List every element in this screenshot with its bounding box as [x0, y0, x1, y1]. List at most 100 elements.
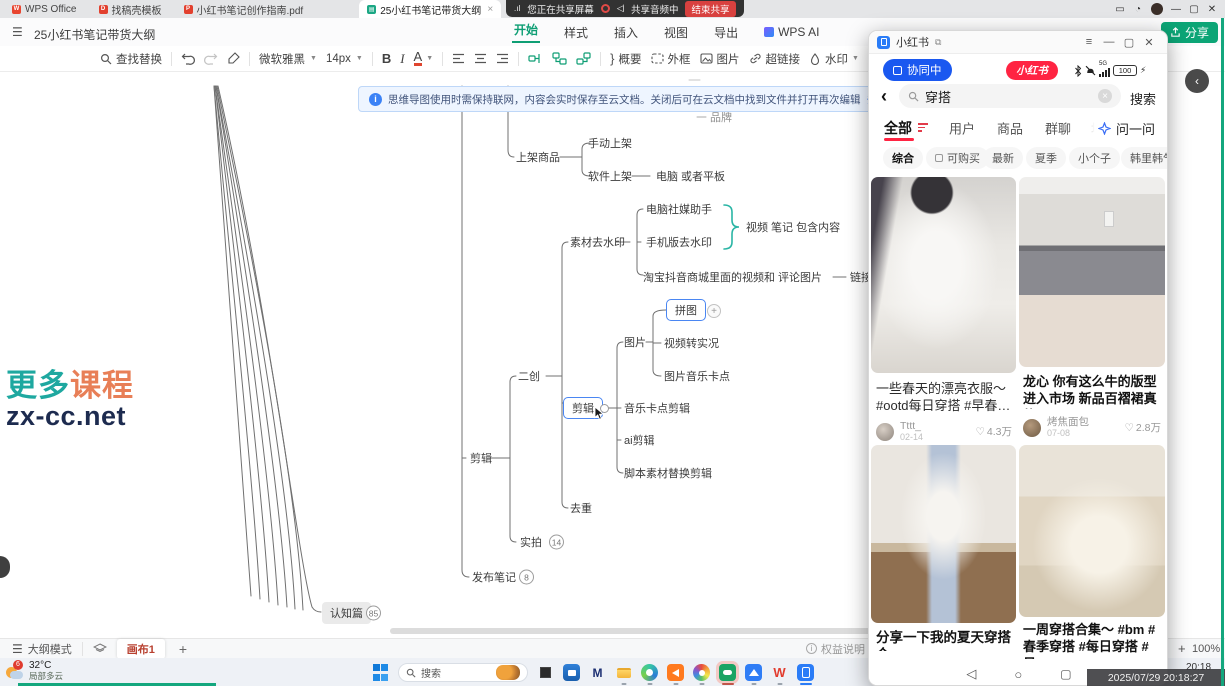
- orange-app-icon[interactable]: [667, 664, 684, 681]
- menu-wps-ai[interactable]: WPS AI: [762, 25, 821, 39]
- layers-icon[interactable]: [93, 643, 107, 655]
- mindmap-summary-video-note[interactable]: 视频 笔记 包含内容: [746, 219, 840, 235]
- mindmap-node-mobile-remove-watermark[interactable]: 手机版去水印: [646, 234, 712, 250]
- avatar[interactable]: [1023, 419, 1041, 437]
- summary-button[interactable]: }概要: [610, 51, 641, 67]
- post-image[interactable]: [871, 177, 1016, 373]
- post-caption[interactable]: 龙心 你有这么牛的版型进入市场 新品百褶裙真的…: [1023, 373, 1163, 409]
- node-count-badge[interactable]: 8: [519, 570, 534, 585]
- post-caption[interactable]: 一周穿搭合集～ #bm #春季穿搭 #每日穿搭 #日…: [1023, 621, 1163, 659]
- chip-newest[interactable]: 最新: [983, 147, 1023, 169]
- chip-petite[interactable]: 小个子: [1069, 147, 1120, 169]
- mindmap-node-dedupe[interactable]: 去重: [570, 500, 592, 516]
- mindmap-node-manual-list[interactable]: 手动上架: [588, 135, 632, 151]
- search-input[interactable]: 穿搭 ×: [899, 84, 1121, 108]
- phone-window-titlebar[interactable]: 小红书 ⧉ ≡ — ▢ ✕: [869, 31, 1167, 54]
- weather-widget[interactable]: 6 32°C 局部多云: [4, 660, 63, 681]
- italic-button[interactable]: I: [400, 51, 404, 67]
- wps-cloud-icon[interactable]: [719, 664, 736, 681]
- insert-child-node-button[interactable]: [552, 52, 567, 65]
- post-caption[interactable]: 分享一下我的夏天穿搭合: [876, 629, 1012, 651]
- share-button[interactable]: 分享: [1161, 22, 1218, 43]
- start-button[interactable]: [372, 664, 389, 681]
- ask-tab[interactable]: 问一问: [1079, 116, 1165, 140]
- likes[interactable]: ♡4.3万: [975, 424, 1012, 439]
- tab-users[interactable]: 用户: [949, 119, 975, 138]
- mindmap-node-collage-selected[interactable]: 拼图: [666, 299, 706, 321]
- avatar[interactable]: [1151, 3, 1163, 15]
- window-menu-icon[interactable]: ≡: [1079, 36, 1099, 49]
- zoom-level[interactable]: 100%: [1192, 643, 1220, 655]
- insert-image-button[interactable]: 图片: [700, 51, 740, 67]
- mindmap-node-publish-note[interactable]: 发布笔记: [472, 569, 516, 585]
- close-icon[interactable]: ✕: [1139, 36, 1159, 49]
- mindmap-node-remove-watermark[interactable]: 素材去水印: [570, 234, 625, 250]
- search-submit-button[interactable]: 搜索: [1130, 89, 1156, 108]
- mindmap-node-script-replace-edit[interactable]: 脚本素材替换剪辑: [624, 465, 712, 481]
- m-app-icon[interactable]: M: [589, 664, 606, 681]
- mindmap-node-list-product[interactable]: 上架商品: [516, 149, 560, 165]
- post-author-row[interactable]: Tttt_ 02-14 ♡4.3万: [876, 421, 1012, 442]
- add-node-icon[interactable]: +: [707, 304, 721, 318]
- avatar[interactable]: [876, 423, 894, 441]
- align-center-button[interactable]: [474, 53, 487, 64]
- watermark-button[interactable]: 水印▼: [809, 51, 859, 67]
- menu-start[interactable]: 开始: [512, 21, 540, 43]
- node-count-badge[interactable]: 14: [549, 535, 564, 550]
- likes[interactable]: ♡2.8万: [1124, 420, 1161, 435]
- clear-search-icon[interactable]: ×: [1098, 89, 1112, 103]
- restore-layout-icon[interactable]: ▭: [1111, 4, 1129, 15]
- back-icon[interactable]: ‹: [881, 86, 887, 107]
- find-replace-button[interactable]: 查找替换: [100, 51, 162, 67]
- phone-mirror-icon[interactable]: [797, 664, 814, 681]
- menu-style[interactable]: 样式: [562, 24, 590, 41]
- wps-office-icon[interactable]: W: [771, 664, 788, 681]
- tab-wps-office[interactable]: W WPS Office: [4, 0, 85, 18]
- hyperlink-button[interactable]: 超链接: [749, 51, 801, 67]
- mountain-app-icon[interactable]: [745, 664, 762, 681]
- insert-parent-node-button[interactable]: [576, 52, 591, 65]
- menu-insert[interactable]: 插入: [612, 24, 640, 41]
- close-tab-icon[interactable]: ×: [487, 4, 493, 15]
- maximize-icon[interactable]: ▢: [1185, 4, 1203, 15]
- post-image[interactable]: [871, 445, 1016, 623]
- canvas-tab-1[interactable]: 画布1: [117, 639, 165, 659]
- add-canvas-icon[interactable]: +: [179, 641, 187, 657]
- mindmap-node-pc-or-pad[interactable]: 电脑 或者平板: [656, 168, 725, 184]
- node-count-badge[interactable]: 85: [366, 606, 381, 621]
- mindmap-node-pic-music-beat[interactable]: 图片音乐卡点: [664, 368, 730, 384]
- mindmap-node-real-shoot[interactable]: 实拍: [520, 534, 542, 550]
- edge-browser-icon[interactable]: [641, 664, 658, 681]
- task-view-icon[interactable]: [537, 664, 554, 681]
- align-right-button[interactable]: [496, 53, 509, 64]
- collab-badge[interactable]: 协同中: [883, 59, 952, 81]
- minimize-icon[interactable]: —: [1167, 4, 1185, 15]
- bold-button[interactable]: B: [382, 51, 391, 66]
- photos-app-icon[interactable]: [693, 664, 710, 681]
- nav-home-icon[interactable]: ○: [1014, 667, 1022, 682]
- font-family-select[interactable]: 微软雅黑▼: [259, 51, 317, 67]
- undo-button[interactable]: [181, 52, 195, 65]
- minimize-icon[interactable]: —: [1099, 36, 1119, 49]
- tab-pdf-guide[interactable]: P 小红书笔记创作指南.pdf: [176, 0, 312, 18]
- chip-comprehensive[interactable]: 综合: [883, 147, 923, 169]
- tab-goods[interactable]: 商品: [997, 119, 1023, 138]
- redo-button[interactable]: [204, 52, 218, 65]
- mindmap-node-edit-parent[interactable]: 剪辑: [470, 450, 492, 466]
- chip-summer[interactable]: 夏季: [1026, 147, 1066, 169]
- format-painter-button[interactable]: [227, 52, 240, 65]
- tab-docer-template[interactable]: D 找稿壳模板: [91, 0, 170, 18]
- mindmap-node-pc-social-helper[interactable]: 电脑社媒助手: [646, 201, 712, 217]
- insert-sibling-node-button[interactable]: [528, 52, 543, 65]
- font-size-select[interactable]: 14px▼: [326, 53, 363, 65]
- mindmap-node-cognition[interactable]: 认知篇: [322, 602, 371, 624]
- post-image[interactable]: [1019, 445, 1165, 617]
- chip-korean-style[interactable]: 韩里韩气: [1121, 147, 1168, 169]
- rights-info[interactable]: i权益说明: [806, 641, 865, 657]
- tab-all[interactable]: 全部: [884, 118, 912, 138]
- close-icon[interactable]: ✕: [1203, 4, 1221, 15]
- outline-mode-button[interactable]: 大纲模式: [28, 641, 72, 657]
- chip-buyable[interactable]: 可购买: [926, 147, 989, 169]
- mindmap-node-taobao-douyin[interactable]: 淘宝抖音商城里面的视频和 评论图片: [643, 269, 822, 285]
- collapse-panel-handle[interactable]: ‹: [1185, 69, 1209, 93]
